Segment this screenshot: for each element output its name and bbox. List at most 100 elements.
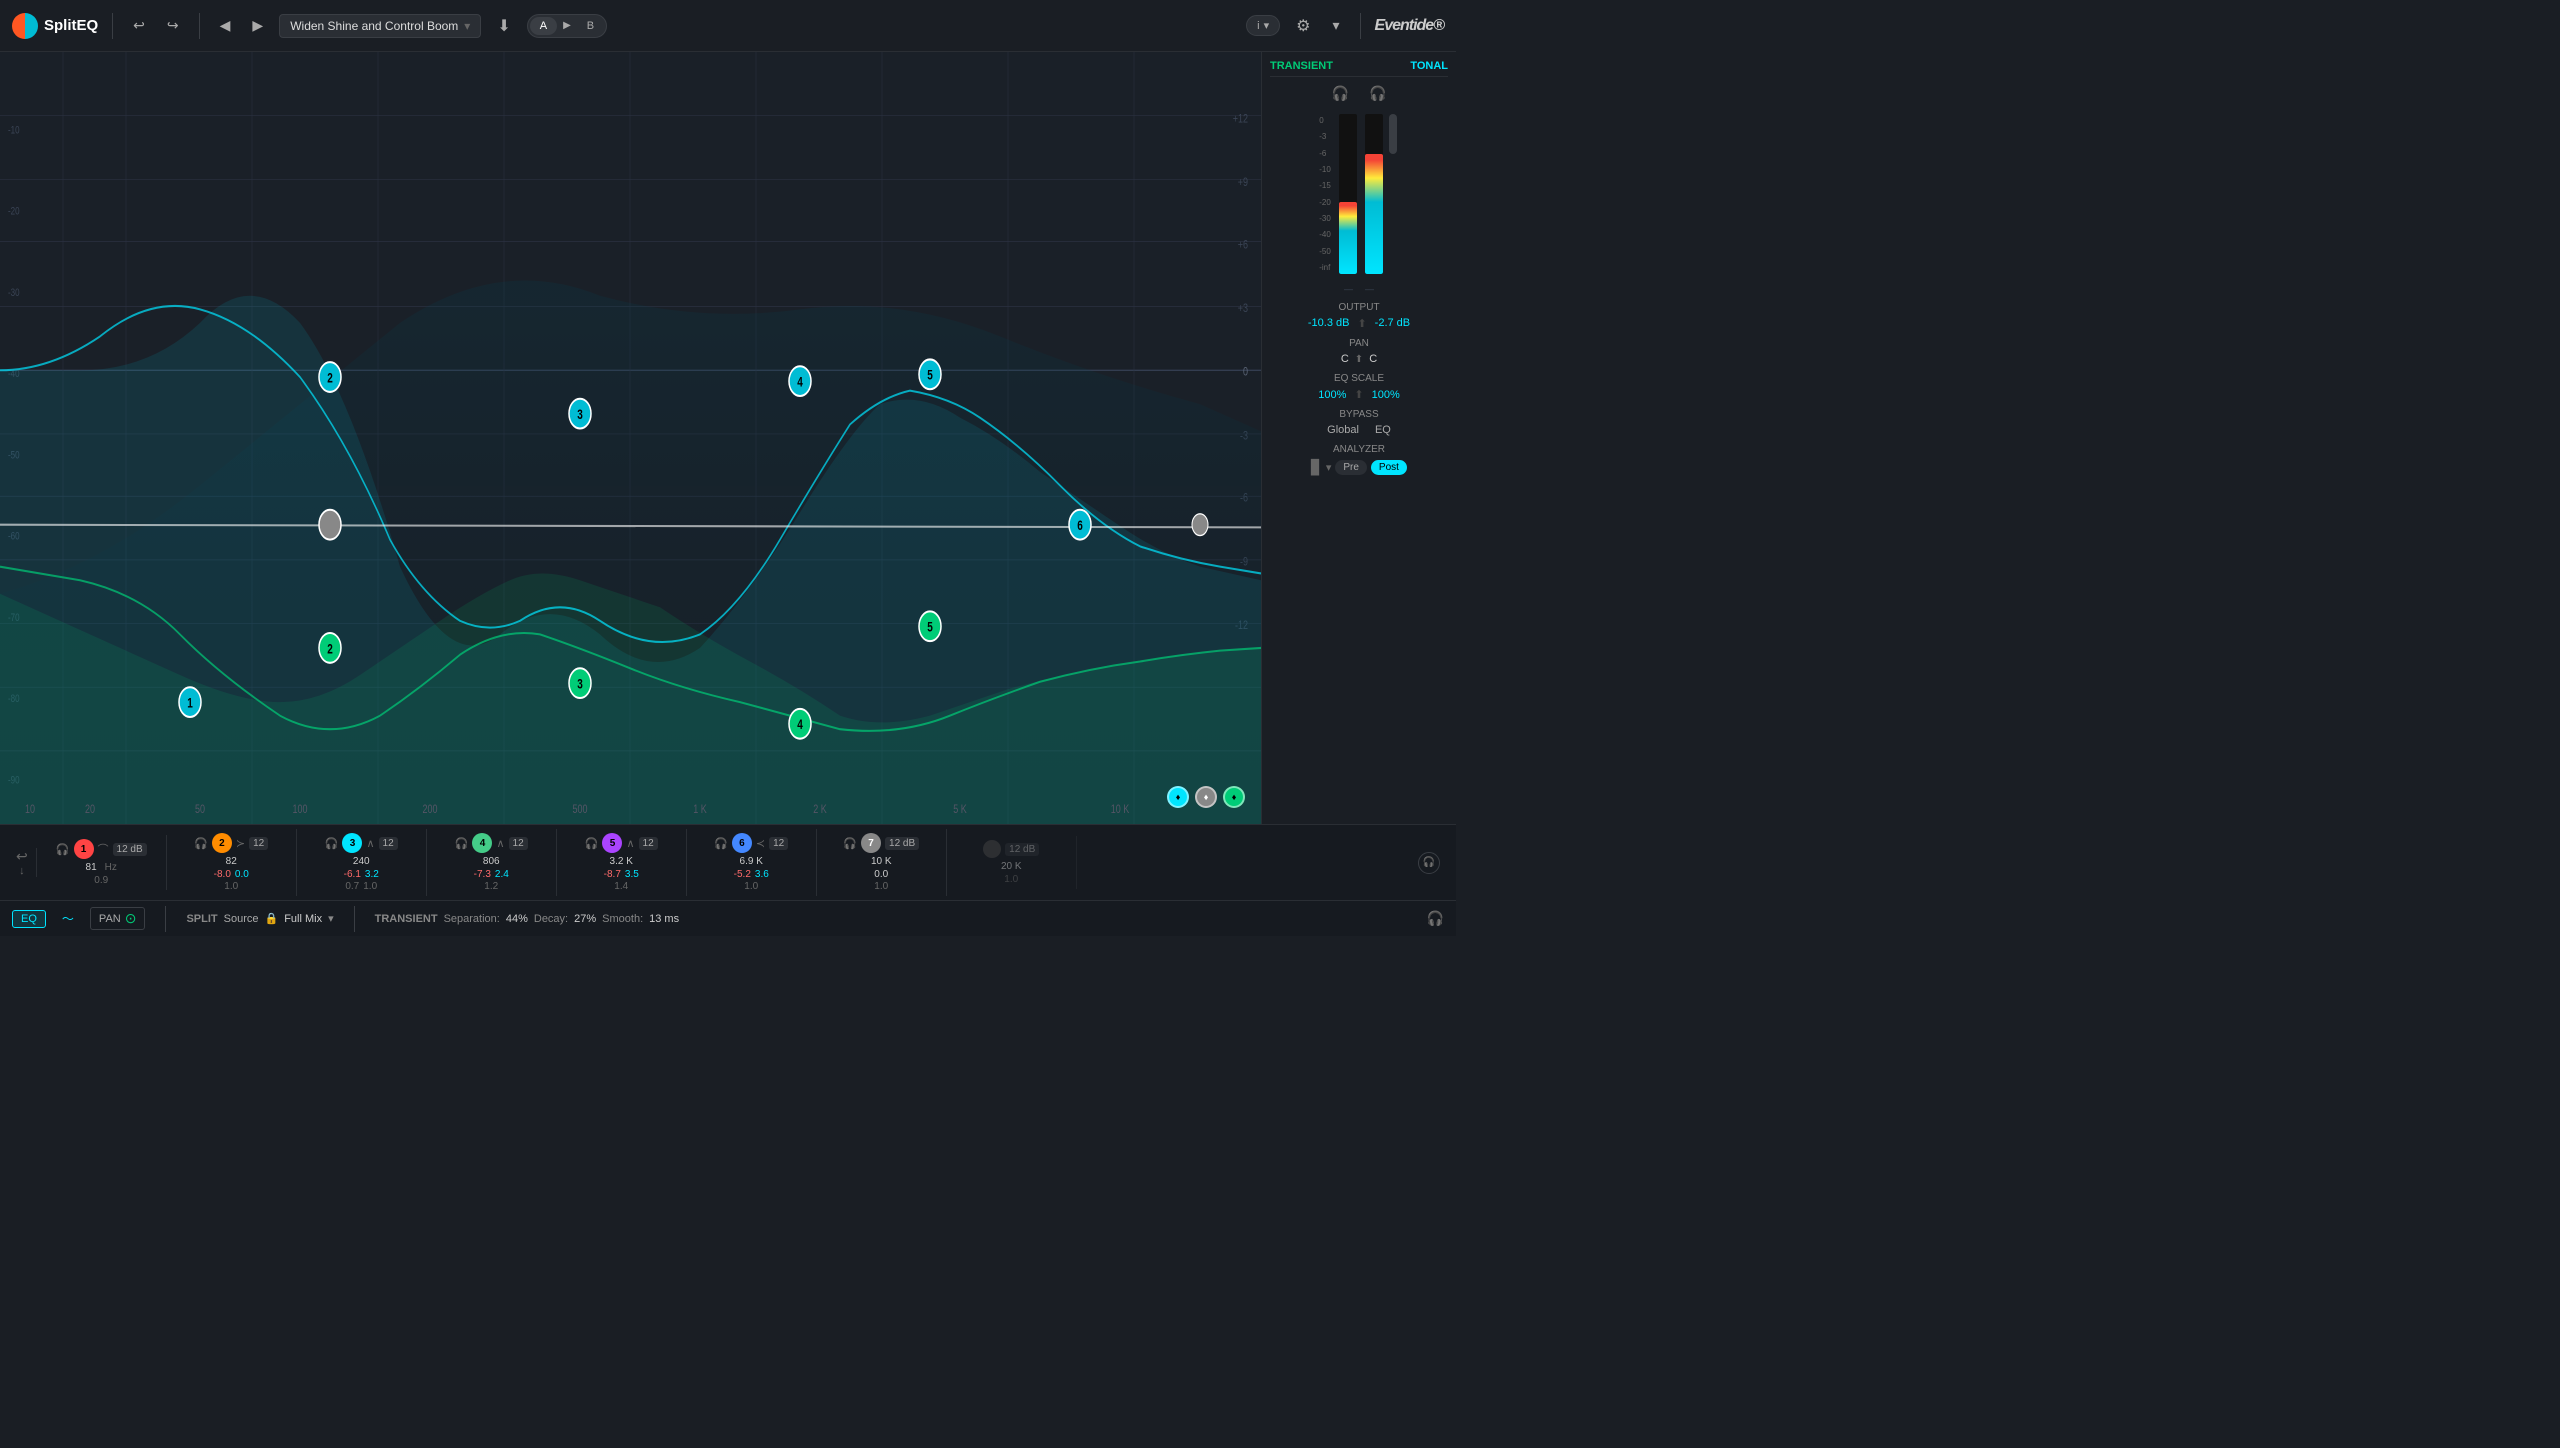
eq-scale-left[interactable]: 100%: [1318, 389, 1346, 401]
band-4-headphone[interactable]: 🎧: [455, 837, 469, 850]
headphone-right-icon[interactable]: 🎧: [1369, 85, 1386, 102]
band-3-values: 240: [353, 856, 370, 867]
band-4-type-icon: ∧: [496, 837, 504, 850]
band-1-headphone[interactable]: 🎧: [56, 843, 70, 856]
svg-text:6: 6: [1077, 518, 1083, 534]
analyzer-chevron-icon[interactable]: ▾: [1326, 461, 1332, 474]
band-2-dot: 2: [212, 833, 232, 853]
global-reset-button[interactable]: ↩: [16, 848, 28, 865]
eq-scale-section: EQ SCALE 100% ⬆ 100%: [1270, 373, 1448, 401]
svg-text:+9: +9: [1238, 176, 1248, 190]
band-3-control: 🎧 3 ∧ 12 240 -6.1 3.2 0.7 1.0: [297, 829, 427, 896]
headphone-left-icon[interactable]: 🎧: [1332, 85, 1349, 102]
left-meter-channel: [1339, 114, 1357, 274]
pan-section: PAN C ⬆ C: [1270, 338, 1448, 365]
right-panel: TRANSIENT TONAL 🎧 🎧 0 -3 -6 -10 -15 -20 …: [1261, 52, 1456, 824]
band-4-q: 1.2: [484, 881, 498, 892]
eq-solo-button[interactable]: 🎧: [1418, 852, 1440, 874]
undo-button[interactable]: ↩: [127, 13, 151, 38]
band-2-headphone[interactable]: 🎧: [194, 837, 208, 850]
band-3-type-icon: ∧: [366, 837, 374, 850]
fullmix-dropdown[interactable]: ▾: [328, 912, 334, 925]
solo-tonal-button[interactable]: ♦: [1167, 786, 1189, 808]
band-4-slope: 12: [509, 837, 528, 850]
headphone-monitor-button[interactable]: 🎧: [1427, 910, 1444, 927]
next-preset-button[interactable]: ▶: [246, 13, 269, 38]
band-4-gain-t: -7.3: [474, 869, 491, 880]
pre-button[interactable]: Pre: [1335, 460, 1367, 475]
right-meter-channel: [1365, 114, 1383, 274]
band-6-gain-t: -5.2: [734, 869, 751, 880]
svg-text:3: 3: [577, 676, 583, 692]
decay-label: Decay:: [534, 913, 568, 925]
band-3-headphone[interactable]: 🎧: [325, 837, 339, 850]
b-button[interactable]: B: [577, 17, 604, 35]
analyzer-bars-icon[interactable]: ▊: [1311, 459, 1322, 476]
db-scale: 0 -3 -6 -10 -15 -20 -30 -40 -50 -inf: [1319, 114, 1331, 274]
preset-selector[interactable]: Widen Shine and Control Boom ▾: [279, 14, 481, 38]
band-7-headphone[interactable]: 🎧: [843, 837, 857, 850]
band-2-freq: 82: [226, 856, 237, 867]
pan-right-value[interactable]: C: [1369, 353, 1377, 365]
tonal-tab[interactable]: TONAL: [1410, 60, 1448, 72]
status-bar: EQ 〜 PAN ⊙ SPLIT Source 🔒 Full Mix ▾ TRA…: [0, 900, 1456, 936]
a-button[interactable]: A: [530, 17, 557, 35]
svg-text:10 K: 10 K: [1111, 803, 1130, 817]
redo-button[interactable]: ↪: [161, 13, 185, 38]
post-button[interactable]: Post: [1371, 460, 1407, 475]
save-preset-button[interactable]: ⬇: [491, 12, 516, 40]
band-8-freq: 20 K: [1001, 861, 1022, 872]
band-2-slope: 12: [249, 837, 268, 850]
pan-arrow-icon: ⬆: [1355, 354, 1363, 365]
band-3-q-s: 1.0: [363, 881, 377, 892]
prev-preset-button[interactable]: ◀: [214, 13, 237, 38]
top-toolbar: SplitEQ ↩ ↪ ◀ ▶ Widen Shine and Control …: [0, 0, 1456, 52]
band-5-dot: 5: [602, 833, 622, 853]
svg-text:10: 10: [25, 803, 35, 817]
svg-text:4: 4: [797, 374, 803, 390]
left-meter-bar-container: [1339, 114, 1357, 274]
eq-display: +12 +9 +6 +3 0 -3 -6 -9 -12 -10 -20 -30 …: [0, 52, 1261, 824]
band-6-dot: 6: [732, 833, 752, 853]
band-5-freq: 3.2 K: [610, 856, 633, 867]
band-5-headphone[interactable]: 🎧: [585, 837, 599, 850]
band-5-type-icon: ∧: [626, 837, 634, 850]
analyzer-btns: ▊ ▾ Pre Post: [1270, 459, 1448, 476]
more-button[interactable]: ▾: [1326, 13, 1345, 38]
pan-left-value[interactable]: C: [1341, 353, 1349, 365]
panel-header: TRANSIENT TONAL: [1270, 60, 1448, 77]
bypass-label: BYPASS: [1270, 409, 1448, 420]
svg-text:-20: -20: [8, 205, 20, 218]
band-3-gain-t: -6.1: [344, 869, 361, 880]
bypass-global[interactable]: Global: [1327, 424, 1359, 436]
left-meter-fill: [1339, 202, 1357, 274]
svg-text:+12: +12: [1233, 112, 1248, 126]
band-1-freq: 81: [86, 862, 97, 873]
separation-label: Separation:: [444, 913, 500, 925]
svg-text:0: 0: [1243, 365, 1248, 379]
output-label: OUTPUT: [1270, 302, 1448, 313]
divider-3: [1360, 13, 1361, 39]
svg-text:50: 50: [195, 803, 205, 817]
meter-scrollbar[interactable]: [1389, 114, 1397, 154]
band-6-headphone[interactable]: 🎧: [714, 837, 728, 850]
info-button[interactable]: i ▾: [1246, 15, 1280, 36]
band-5-values: 3.2 K: [610, 856, 633, 867]
transient-group: TRANSIENT Separation: 44% Decay: 27% Smo…: [375, 913, 679, 925]
eq-scale-right[interactable]: 100%: [1372, 389, 1400, 401]
ab-copy-button[interactable]: ▶: [559, 18, 575, 33]
settings-button[interactable]: ⚙: [1290, 12, 1316, 40]
output-left-value[interactable]: -10.3 dB: [1308, 317, 1350, 330]
output-right-value[interactable]: -2.7 dB: [1375, 317, 1410, 330]
bypass-eq[interactable]: EQ: [1375, 424, 1391, 436]
global-arrow-button[interactable]: ↓: [19, 865, 25, 877]
eq-mode-button[interactable]: EQ: [12, 910, 46, 928]
lock-icon: 🔒: [265, 912, 279, 925]
transient-tab[interactable]: TRANSIENT: [1270, 60, 1333, 72]
preset-name: Widen Shine and Control Boom: [290, 19, 458, 33]
solo-transient-button[interactable]: ♦: [1223, 786, 1245, 808]
pan-mode-button[interactable]: PAN ⊙: [90, 907, 146, 930]
svg-text:2: 2: [327, 641, 333, 657]
solo-mid-button[interactable]: ♦: [1195, 786, 1217, 808]
svg-text:+3: +3: [1238, 302, 1248, 316]
